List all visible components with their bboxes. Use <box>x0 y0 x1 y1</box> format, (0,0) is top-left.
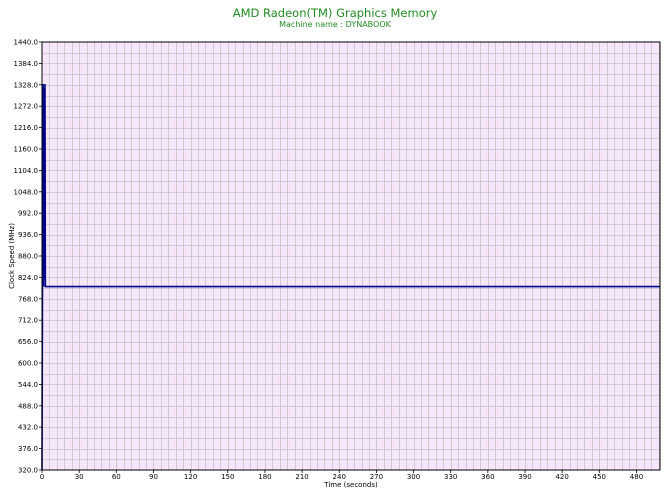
y-tick-label: 600.0 <box>18 360 38 368</box>
y-tick-label: 1384.0 <box>14 60 39 68</box>
y-tick-label: 1328.0 <box>14 81 39 89</box>
x-tick-label: 60 <box>112 473 121 481</box>
x-tick-label: 360 <box>481 473 494 481</box>
x-tick-label: 30 <box>75 473 84 481</box>
chart-container: AMD Radeon(TM) Graphics Memory Machine n… <box>0 0 670 502</box>
y-tick-label: 1272.0 <box>14 103 39 111</box>
y-tick-label: 488.0 <box>18 402 38 410</box>
y-tick-label: 880.0 <box>18 253 38 261</box>
x-tick-label: 480 <box>630 473 643 481</box>
y-tick-label: 936.0 <box>18 231 38 239</box>
y-tick-label: 1440.0 <box>14 39 39 47</box>
x-tick-label: 90 <box>149 473 158 481</box>
x-tick-label: 300 <box>407 473 420 481</box>
y-tick-label: 712.0 <box>18 317 38 325</box>
y-tick-label: 544.0 <box>18 381 38 389</box>
x-tick-label: 240 <box>333 473 346 481</box>
x-tick-label: 330 <box>444 473 457 481</box>
y-tick-label: 1160.0 <box>14 146 39 154</box>
y-tick-label: 1104.0 <box>14 167 39 175</box>
chart-plot: 0 30 60 90 120 150 180 210 240 270 300 330 360 390 420… <box>8 39 661 489</box>
x-axis-label: Time (seconds) <box>323 481 378 489</box>
x-tick-label: 180 <box>258 473 271 481</box>
x-tick-label: 0 <box>40 473 44 481</box>
x-tick-label: 390 <box>518 473 531 481</box>
x-tick-label: 270 <box>370 473 383 481</box>
y-tick-label: 432.0 <box>18 424 38 432</box>
y-tick-label: 320.0 <box>18 467 38 475</box>
x-tick-label: 150 <box>221 473 234 481</box>
x-tick-label: 210 <box>295 473 308 481</box>
y-tick-label: 1216.0 <box>14 124 39 132</box>
y-tick-label: 1048.0 <box>14 188 39 196</box>
y-tick-label: 824.0 <box>18 274 38 282</box>
y-tick-label: 992.0 <box>18 210 38 218</box>
x-tick-label: 120 <box>184 473 197 481</box>
y-axis-label: Clock Speed (MHz) <box>8 223 16 289</box>
x-tick-label: 420 <box>555 473 568 481</box>
x-tick-label: 450 <box>593 473 606 481</box>
y-tick-label: 376.0 <box>18 445 38 453</box>
y-tick-label: 768.0 <box>18 295 38 303</box>
y-tick-label: 656.0 <box>18 338 38 346</box>
